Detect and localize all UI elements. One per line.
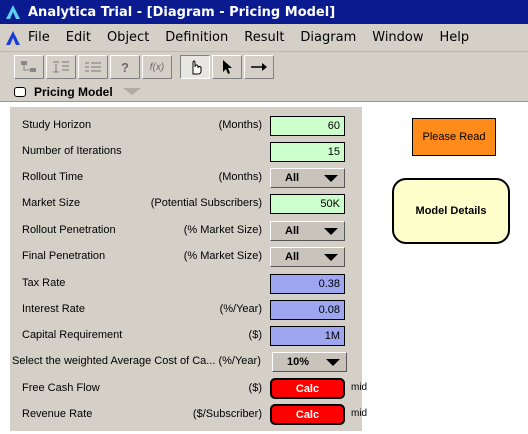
help-tool-button[interactable]: ? <box>110 55 140 79</box>
final-penetration-value: All <box>285 251 300 263</box>
capital-requirement-unit: ($) <box>248 329 262 341</box>
toolbar: ? f(x) <box>0 52 528 82</box>
rollout-penetration-label: Rollout Penetration <box>22 224 116 236</box>
menu-bar: File Edit Object Definition Result Diagr… <box>0 24 528 52</box>
revenue-rate-calc-button[interactable]: Calc <box>270 404 345 425</box>
rollout-time-value: All <box>285 172 300 184</box>
rollout-time-row: Rollout Time (Months) All <box>12 167 352 189</box>
arrow-cursor-icon <box>223 60 232 74</box>
tax-rate-label: Tax Rate <box>22 277 66 289</box>
arrow-tool-button[interactable] <box>212 55 242 79</box>
study-horizon-row: Study Horizon (Months) 60 <box>12 115 352 137</box>
interest-rate-input[interactable]: 0.08 <box>270 300 345 320</box>
title-bar: Analytica Trial - [Diagram - Pricing Mod… <box>0 0 528 24</box>
menu-edit[interactable]: Edit <box>66 30 91 45</box>
formula-icon: f(x) <box>149 61 165 73</box>
diagram-tab-bar: Pricing Model <box>0 82 528 102</box>
market-size-unit: (Potential Subscribers) <box>150 197 262 209</box>
final-penetration-row: Final Penetration (% Market Size) All <box>12 246 352 268</box>
rollout-penetration-unit: (% Market Size) <box>183 224 262 236</box>
menu-file[interactable]: File <box>28 30 50 45</box>
chevron-down-icon <box>326 358 340 366</box>
free-cash-flow-unit: ($) <box>248 382 262 394</box>
market-size-label: Market Size <box>22 197 81 209</box>
free-cash-flow-calc-button[interactable]: Calc <box>270 378 345 399</box>
please-read-note[interactable]: Please Read <box>412 118 496 156</box>
capital-requirement-input[interactable]: 1M <box>270 326 345 346</box>
list-tool-button[interactable] <box>78 55 108 79</box>
study-horizon-input[interactable]: 60 <box>270 116 345 136</box>
final-penetration-dropdown[interactable]: All <box>270 247 345 267</box>
rollout-time-unit: (Months) <box>218 171 262 183</box>
free-cash-flow-label: Free Cash Flow <box>22 382 100 394</box>
revenue-rate-label: Revenue Rate <box>22 408 93 420</box>
hand-pointer-icon <box>192 60 202 75</box>
rollout-penetration-value: All <box>285 225 300 237</box>
rollout-time-label: Rollout Time <box>22 171 84 183</box>
rollout-penetration-row: Rollout Penetration (% Market Size) All <box>12 220 352 242</box>
menu-result[interactable]: Result <box>244 30 284 45</box>
iterations-input[interactable]: 15 <box>270 142 345 162</box>
revenue-rate-unit: ($/Subscriber) <box>192 408 262 420</box>
interest-rate-unit: (%/Year) <box>219 303 262 315</box>
market-size-input[interactable]: 50K <box>270 194 345 214</box>
iterations-row: Number of Iterations 15 <box>12 141 352 163</box>
analytica-logo-icon <box>6 5 20 19</box>
free-cash-flow-row: Free Cash Flow ($) Calc mid <box>12 378 367 400</box>
revenue-rate-row: Revenue Rate ($/Subscriber) Calc mid <box>12 404 367 426</box>
menu-object[interactable]: Object <box>107 30 149 45</box>
right-arrow-icon <box>251 63 267 71</box>
rollout-time-dropdown[interactable]: All <box>270 168 345 188</box>
document-logo-icon[interactable] <box>4 30 22 46</box>
menu-diagram[interactable]: Diagram <box>300 30 356 45</box>
wacc-dropdown[interactable]: 10% <box>272 352 347 372</box>
chevron-down-icon <box>324 227 338 235</box>
hierarchy-icon <box>21 61 36 72</box>
free-cash-flow-mid-label: mid <box>351 382 368 393</box>
wacc-label: Select the weighted Average Cost of Ca..… <box>12 355 261 367</box>
study-horizon-unit: (Months) <box>218 119 262 131</box>
tab-dropdown-icon[interactable] <box>122 88 141 95</box>
capital-requirement-row: Capital Requirement ($) 1M <box>12 325 352 347</box>
revenue-rate-mid-label: mid <box>351 408 368 419</box>
chevron-down-icon <box>324 253 338 261</box>
wacc-row: Select the weighted Average Cost of Ca..… <box>10 351 350 373</box>
iterations-label: Number of Iterations <box>22 145 122 157</box>
menu-definition[interactable]: Definition <box>165 30 228 45</box>
capital-requirement-label: Capital Requirement <box>22 329 123 341</box>
window-title: Analytica Trial - [Diagram - Pricing Mod… <box>28 4 336 20</box>
final-penetration-unit: (% Market Size) <box>183 250 262 262</box>
browse-hand-tool-button[interactable] <box>180 55 210 79</box>
tax-rate-input[interactable]: 0.38 <box>270 274 345 294</box>
chevron-down-icon <box>324 174 338 182</box>
market-size-row: Market Size (Potential Subscribers) 50K <box>12 193 352 215</box>
hierarchy-tool-button[interactable] <box>14 55 44 79</box>
connect-arrow-tool-button[interactable] <box>244 55 274 79</box>
outline-icon <box>53 61 69 73</box>
module-icon <box>14 86 26 97</box>
question-mark-icon: ? <box>121 59 129 75</box>
menu-window[interactable]: Window <box>372 30 423 45</box>
tax-rate-row: Tax Rate 0.38 <box>12 273 352 295</box>
list-icon <box>85 62 101 72</box>
interest-rate-label: Interest Rate <box>22 303 85 315</box>
interest-rate-row: Interest Rate (%/Year) 0.08 <box>12 299 352 321</box>
model-details-module[interactable]: Model Details <box>392 178 510 244</box>
rollout-penetration-dropdown[interactable]: All <box>270 221 345 241</box>
wacc-value: 10% <box>287 356 310 368</box>
formula-tool-button[interactable]: f(x) <box>142 55 172 79</box>
tab-pricing-model[interactable]: Pricing Model <box>34 85 113 99</box>
study-horizon-label: Study Horizon <box>22 119 92 131</box>
menu-help[interactable]: Help <box>440 30 470 45</box>
outline-tool-button[interactable] <box>46 55 76 79</box>
final-penetration-label: Final Penetration <box>22 250 106 262</box>
